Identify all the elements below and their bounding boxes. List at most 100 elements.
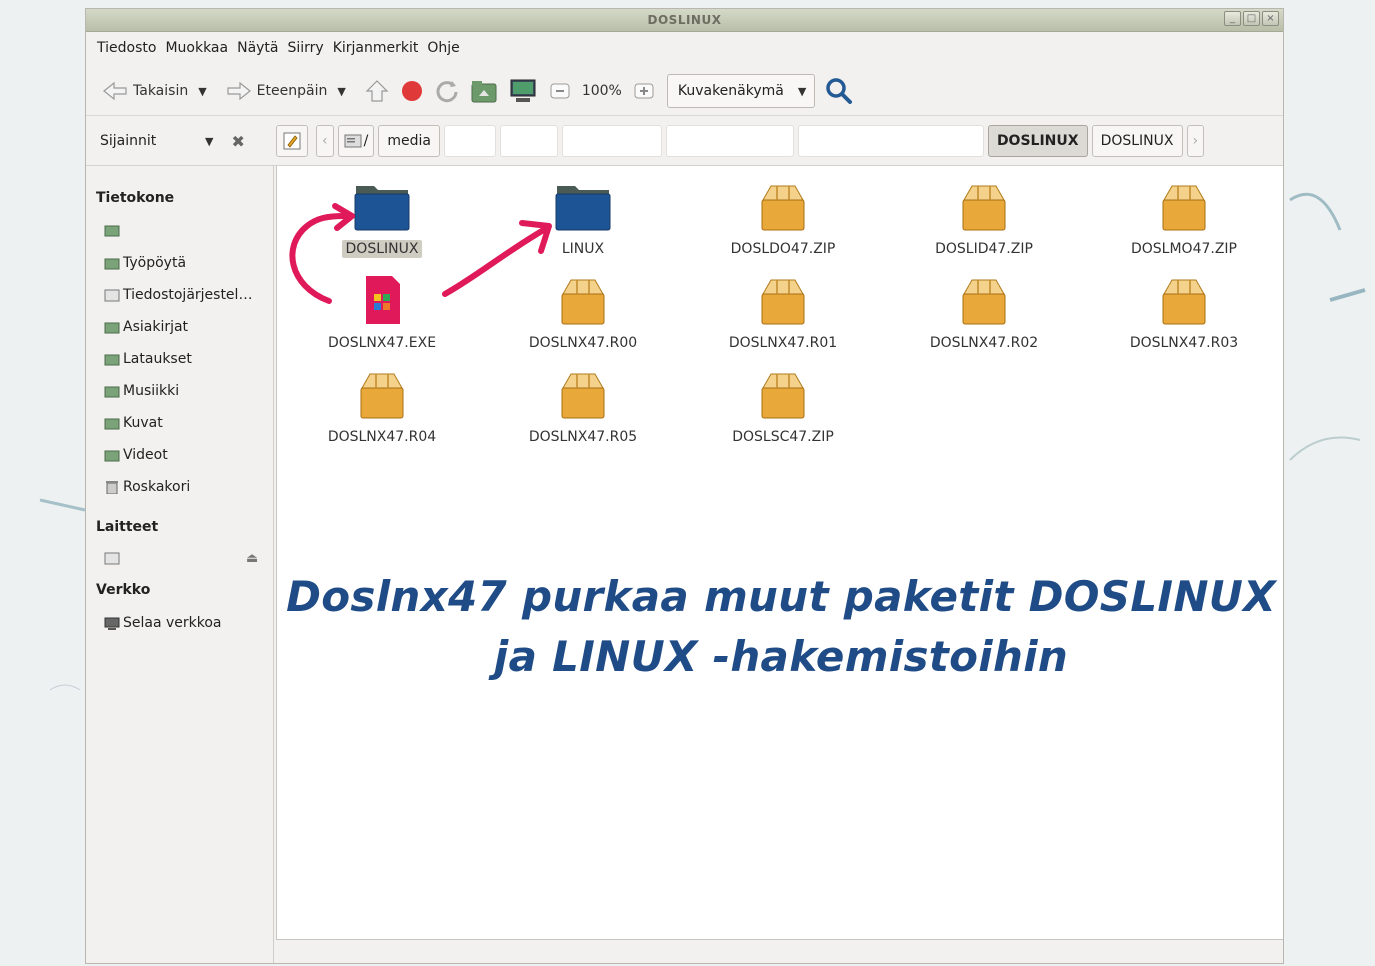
folder-icon bbox=[354, 186, 410, 231]
path-next[interactable]: DOSLINUX bbox=[1091, 125, 1183, 157]
file-manager-window: DOSLINUX _ □ × Tiedosto Muokkaa Näytä Si… bbox=[85, 8, 1284, 964]
search-button[interactable] bbox=[819, 74, 859, 108]
file-name: DOSLNX47.R02 bbox=[929, 335, 1039, 351]
path-scroll-right[interactable]: › bbox=[1186, 125, 1205, 157]
sidebar-item-device[interactable] bbox=[104, 551, 120, 565]
path-segment-blurred[interactable] bbox=[665, 125, 794, 157]
folder-item[interactable]: DOSLINUX bbox=[282, 178, 482, 258]
sidebar-item-filesystem[interactable]: Tiedostojärjestel… bbox=[104, 287, 252, 303]
zoom-in-button[interactable] bbox=[627, 74, 661, 108]
status-bar bbox=[276, 940, 1283, 963]
back-button[interactable]: Takaisin ▼ bbox=[96, 74, 212, 108]
drive-icon bbox=[104, 552, 120, 565]
menu-go[interactable]: Siirry bbox=[287, 40, 332, 56]
file-name: DOSLMO47.ZIP bbox=[1130, 241, 1237, 257]
file-name: LINUX bbox=[561, 241, 605, 257]
computer-button[interactable] bbox=[503, 74, 543, 108]
path-segment-blurred[interactable] bbox=[797, 125, 984, 157]
path-scroll-left[interactable]: ‹ bbox=[316, 125, 334, 157]
path-segment-blurred[interactable] bbox=[443, 125, 496, 157]
edit-location-button[interactable] bbox=[276, 125, 308, 157]
trash-icon bbox=[106, 481, 118, 494]
sidebar-item-documents[interactable]: Asiakirjat bbox=[104, 319, 188, 335]
archive-icon bbox=[962, 185, 1006, 231]
file-item[interactable]: DOSLNX47.R04 bbox=[282, 366, 482, 446]
chevron-down-icon[interactable]: ▼ bbox=[205, 135, 213, 148]
file-item[interactable]: DOSLNX47.R01 bbox=[683, 272, 883, 352]
file-name: DOSLNX47.R03 bbox=[1129, 335, 1239, 351]
sidebar-item-videos[interactable]: Videot bbox=[104, 447, 168, 463]
videos-folder-icon bbox=[104, 450, 120, 462]
sidebar-item-desktop[interactable]: Työpöytä bbox=[104, 255, 186, 271]
chevron-down-icon[interactable]: ▼ bbox=[337, 85, 345, 98]
zoom-level: 100% bbox=[581, 83, 622, 99]
stop-icon bbox=[401, 81, 422, 101]
sidebar: Tietokone Työpöytä Tiedostojärjestel… As… bbox=[86, 166, 274, 963]
archive-icon bbox=[1162, 185, 1206, 231]
file-name: DOSLINUX bbox=[341, 240, 423, 258]
chevron-down-icon: ▼ bbox=[797, 84, 807, 98]
close-sidebar-icon[interactable]: ✖ bbox=[231, 132, 244, 151]
archive-icon bbox=[761, 185, 805, 231]
menu-help[interactable]: Ohje bbox=[426, 40, 467, 56]
reload-button[interactable] bbox=[429, 74, 465, 108]
file-item[interactable]: DOSLNX47.EXE bbox=[282, 272, 482, 352]
archive-icon bbox=[561, 373, 605, 419]
file-name: DOSLNX47.R00 bbox=[528, 335, 638, 351]
up-button[interactable] bbox=[359, 74, 395, 108]
pencil-icon bbox=[283, 132, 301, 150]
title-bar: DOSLINUX _ □ × bbox=[86, 9, 1283, 32]
menu-bookmarks[interactable]: Kirjanmerkit bbox=[332, 40, 427, 56]
network-icon bbox=[104, 617, 120, 630]
folder-item[interactable]: LINUX bbox=[483, 178, 683, 258]
file-item[interactable]: DOSLID47.ZIP bbox=[884, 178, 1084, 258]
file-item[interactable]: DOSLNX47.R02 bbox=[884, 272, 1084, 352]
path-media[interactable]: media bbox=[378, 125, 440, 157]
maximize-button[interactable]: □ bbox=[1243, 11, 1260, 26]
zoom-out-button[interactable] bbox=[543, 74, 577, 108]
path-current[interactable]: DOSLINUX bbox=[987, 125, 1088, 157]
close-button[interactable]: × bbox=[1262, 11, 1279, 26]
file-item[interactable]: DOSLNX47.R05 bbox=[483, 366, 683, 446]
forward-button[interactable]: Eteenpäin ▼ bbox=[220, 74, 351, 108]
folder-icon bbox=[555, 186, 611, 231]
zoom-out-icon bbox=[550, 83, 570, 99]
menu-view[interactable]: Näytä bbox=[236, 40, 286, 56]
path-segment-blurred[interactable] bbox=[561, 125, 662, 157]
executable-icon bbox=[366, 276, 400, 324]
path-root[interactable]: / bbox=[337, 125, 375, 157]
menu-edit[interactable]: Muokkaa bbox=[164, 40, 236, 56]
sidebar-item-pictures[interactable]: Kuvat bbox=[104, 415, 163, 431]
sidebar-heading-computer: Tietokone bbox=[96, 190, 175, 206]
view-mode-select[interactable]: Kuvakenäkymä ▼ bbox=[666, 74, 816, 108]
eject-icon[interactable]: ⏏ bbox=[246, 551, 258, 566]
file-name: DOSLNX47.EXE bbox=[327, 335, 437, 351]
file-item[interactable]: DOSLSC47.ZIP bbox=[683, 366, 883, 446]
location-bar: Sijainnit ▼ ✖ ‹ / media DOSLINUX DOSLINU… bbox=[86, 117, 1283, 166]
documents-folder-icon bbox=[104, 322, 120, 334]
sidebar-item-trash[interactable]: Roskakori bbox=[104, 479, 190, 495]
file-item[interactable]: DOSLMO47.ZIP bbox=[1084, 178, 1283, 258]
archive-icon bbox=[561, 279, 605, 325]
sidebar-item-browse-network[interactable]: Selaa verkkoa bbox=[104, 615, 222, 631]
file-item[interactable]: DOSLDO47.ZIP bbox=[683, 178, 883, 258]
file-item[interactable]: DOSLNX47.R03 bbox=[1084, 272, 1283, 352]
home-button[interactable] bbox=[465, 74, 503, 108]
minimize-button[interactable]: _ bbox=[1224, 11, 1241, 26]
menu-file[interactable]: Tiedosto bbox=[96, 40, 164, 56]
forward-arrow-icon bbox=[227, 81, 251, 101]
stop-button[interactable] bbox=[395, 74, 429, 108]
archive-icon bbox=[962, 279, 1006, 325]
menu-bar: Tiedosto Muokkaa Näytä Siirry Kirjanmerk… bbox=[86, 31, 1283, 65]
path-segment-blurred[interactable] bbox=[499, 125, 558, 157]
places-selector[interactable]: Sijainnit ▼ ✖ bbox=[86, 132, 276, 151]
sidebar-item-home[interactable] bbox=[104, 223, 120, 237]
file-name: DOSLNX47.R01 bbox=[728, 335, 838, 351]
sidebar-item-music[interactable]: Musiikki bbox=[104, 383, 179, 399]
sidebar-item-downloads[interactable]: Lataukset bbox=[104, 351, 192, 367]
window-title: DOSLINUX bbox=[647, 13, 722, 27]
reload-icon bbox=[436, 81, 458, 103]
file-name: DOSLID47.ZIP bbox=[935, 241, 1033, 257]
file-item[interactable]: DOSLNX47.R00 bbox=[483, 272, 683, 352]
chevron-down-icon[interactable]: ▼ bbox=[198, 85, 206, 98]
